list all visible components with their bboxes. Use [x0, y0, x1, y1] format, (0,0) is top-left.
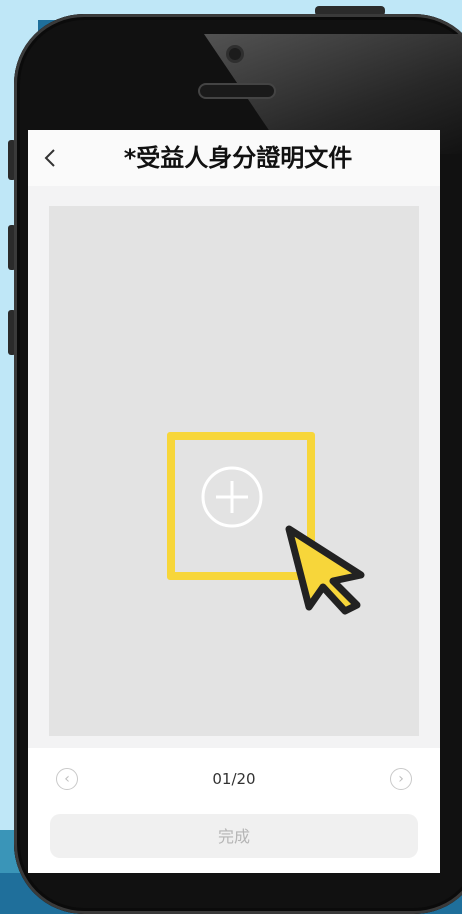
chevron-right-circle-icon: ›	[398, 771, 404, 787]
back-button[interactable]	[40, 144, 60, 172]
cursor-pointer-icon	[285, 525, 365, 615]
pager: ‹ 01/20 ›	[28, 748, 440, 812]
bottom-action-area: 完成	[28, 812, 440, 873]
front-camera-icon	[229, 48, 241, 60]
chevron-left-circle-icon: ‹	[64, 771, 70, 787]
plus-circle-icon[interactable]	[200, 465, 264, 529]
next-page-button[interactable]: ›	[390, 768, 412, 790]
page-title: *受益人身分證明文件	[123, 144, 353, 172]
page-indicator: 01/20	[212, 770, 256, 788]
done-button[interactable]: 完成	[50, 814, 418, 858]
chevron-left-icon	[44, 149, 55, 167]
nav-bar: *受益人身分證明文件	[28, 130, 440, 186]
speaker-grille	[198, 83, 276, 99]
prev-page-button[interactable]: ‹	[56, 768, 78, 790]
app-screen: *受益人身分證明文件 ‹ 01/20 › 完成	[28, 130, 440, 873]
